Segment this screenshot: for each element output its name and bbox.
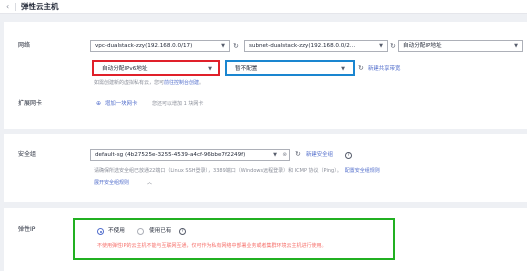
bandwidth-highlight-box xyxy=(225,60,355,76)
ext-nic-label: 扩展网卡 xyxy=(18,100,43,107)
security-group-select[interactable]: default-sg (4b27525e-3255-4539-a4cf-96bb… xyxy=(90,149,290,161)
chevron-down-icon: ▼ xyxy=(221,43,225,49)
title-divider xyxy=(15,3,16,11)
add-nic-icon[interactable]: ⊕ xyxy=(96,100,101,108)
chevron-down-icon: ▼ xyxy=(379,43,383,49)
network-card: 网络 vpc-dualstack-zzy(192.168.0.0/17) ▼ ↻ … xyxy=(4,22,527,129)
new-shared-bandwidth-link[interactable]: 新建共享带宽 xyxy=(368,65,400,73)
security-group-card: 安全组 default-sg (4b27525e-3255-4539-a4cf-… xyxy=(4,134,527,202)
new-security-group-link[interactable]: 新建安全组 xyxy=(306,151,333,159)
network-label: 网络 xyxy=(18,42,31,49)
security-group-hint: 请确保所选安全组已放通22端口（Linux SSH登录），3389端口（Wind… xyxy=(94,168,380,174)
subnet-select[interactable]: subnet-dualstack-zzy(192.168.0.0/2... ▼ xyxy=(244,40,388,52)
help-icon[interactable]: ? xyxy=(179,228,186,235)
configure-rules-link[interactable]: 配置安全组规则 xyxy=(345,168,380,174)
page-title: 弹性云主机 xyxy=(21,2,59,11)
back-icon[interactable]: ‹ xyxy=(6,2,9,11)
eip-none-radio[interactable] xyxy=(97,228,104,235)
eip-warning-text: 不使用弹性IP的云主机不能与互联网互通，仅可作为私有网络中部署业务或者集群环境云… xyxy=(97,243,327,249)
chevron-down-icon: ▼ xyxy=(273,152,277,158)
clear-icon[interactable]: ⊗ xyxy=(282,150,287,160)
refresh-security-group-icon[interactable]: ↻ xyxy=(295,150,301,159)
eip-highlight-box xyxy=(73,218,395,260)
vpc-select[interactable]: vpc-dualstack-zzy(192.168.0.0/17) ▼ xyxy=(90,40,230,52)
title-bar: ‹ 弹性云主机 xyxy=(0,0,527,14)
security-group-label: 安全组 xyxy=(18,151,37,158)
chevron-down-icon: ▼ xyxy=(514,43,518,49)
vpc-create-hint: 如需创建新的虚拟私有云，您可前往控制台创建。 xyxy=(94,80,205,86)
help-icon[interactable]: ? xyxy=(345,152,352,159)
refresh-vpc-icon[interactable]: ↻ xyxy=(233,42,239,51)
ipv4-select[interactable]: 自动分配IP地址 ▼ xyxy=(398,40,523,52)
nic-remaining-text: 您还可以增加 1 块网卡 xyxy=(152,101,204,107)
console-create-link[interactable]: 前往控制台创建 xyxy=(164,80,199,86)
eip-none-label[interactable]: 不使用 xyxy=(108,227,125,235)
eip-existing-radio[interactable] xyxy=(137,228,144,235)
expand-rules-link[interactable]: 展开安全组规则 xyxy=(94,179,129,187)
add-nic-link[interactable]: 增加一块网卡 xyxy=(105,100,137,108)
ipv6-highlight-box xyxy=(92,60,220,76)
eip-existing-label[interactable]: 使用已有 xyxy=(149,227,171,235)
eip-label: 弹性IP xyxy=(18,226,36,233)
refresh-bandwidth-icon[interactable]: ↻ xyxy=(358,64,364,73)
eip-card: 弹性IP 不使用 使用已有 ? 不使用弹性IP的云主机不能与互联网互通，仅可作为… xyxy=(4,208,527,271)
chevron-up-icon[interactable]: ︿ xyxy=(147,179,152,187)
refresh-subnet-icon[interactable]: ↻ xyxy=(390,42,396,51)
